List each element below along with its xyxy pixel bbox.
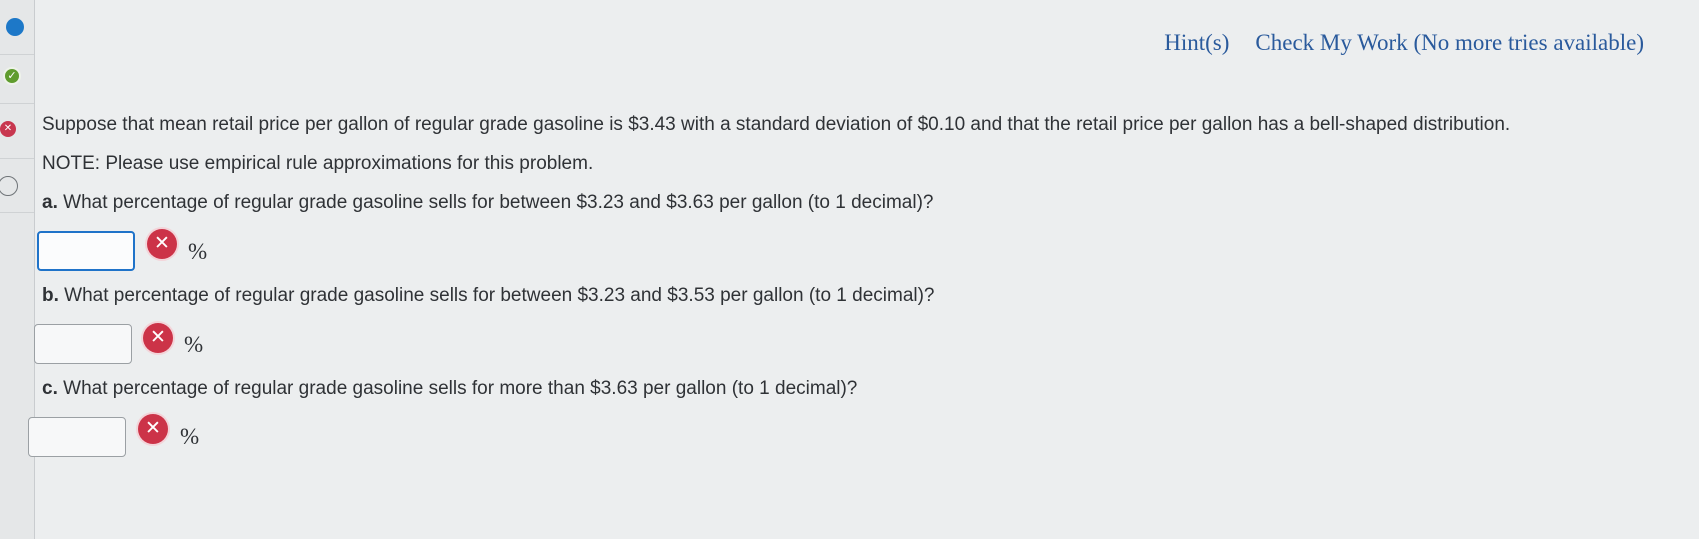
part-b-text: What percentage of regular grade gasolin…: [64, 285, 935, 306]
part-b-percent-unit: %: [184, 332, 204, 357]
check-my-work-link[interactable]: Check My Work (No more tries available): [1255, 30, 1644, 55]
rail-divider: [0, 158, 34, 159]
hints-link[interactable]: Hint(s): [1164, 30, 1229, 55]
question-content: Suppose that mean retail price per gallo…: [28, 108, 1662, 467]
incorrect-x-icon: ✕: [138, 414, 168, 444]
part-a-answer-row: ✕ %: [37, 219, 1662, 281]
part-a-text: What percentage of regular grade gasolin…: [63, 192, 934, 213]
incorrect-x-icon: ✕: [147, 229, 177, 259]
part-b-answer-input[interactable]: [34, 324, 132, 364]
part-c-answer-row: ✕ %: [28, 405, 1662, 467]
part-b-letter: b.: [42, 285, 59, 306]
rail-divider: [0, 103, 34, 104]
part-a-letter: a.: [42, 192, 58, 213]
question-note: NOTE: Please use empirical rule approxim…: [42, 153, 594, 174]
part-c-text: What percentage of regular grade gasolin…: [63, 378, 858, 399]
incorrect-x-icon[interactable]: ✕: [0, 121, 16, 137]
part-c-question: c. What percentage of regular grade gaso…: [42, 372, 1662, 405]
part-c-answer-input[interactable]: [28, 417, 126, 457]
incorrect-x-icon: ✕: [143, 323, 173, 353]
question-toolbar: Hint(s) Check My Work (No more tries avai…: [1164, 30, 1644, 56]
correct-check-icon[interactable]: ✓: [3, 67, 21, 85]
unanswered-circle-icon[interactable]: [0, 176, 18, 196]
question-stem: Suppose that mean retail price per gallo…: [42, 114, 1511, 135]
rail-divider: [0, 54, 34, 55]
current-question-icon[interactable]: [6, 18, 24, 36]
part-a-answer-input[interactable]: [37, 231, 135, 271]
part-b-answer-row: ✕ %: [34, 312, 1662, 374]
part-c-letter: c.: [42, 378, 58, 399]
part-b-question: b. What percentage of regular grade gaso…: [42, 279, 1662, 312]
part-a-percent-unit: %: [188, 239, 208, 264]
part-c-percent-unit: %: [180, 424, 200, 449]
part-a-question: a. What percentage of regular grade gaso…: [42, 186, 1662, 219]
rail-divider: [0, 212, 34, 213]
question-progress-rail: ✓ ✕: [0, 0, 35, 539]
